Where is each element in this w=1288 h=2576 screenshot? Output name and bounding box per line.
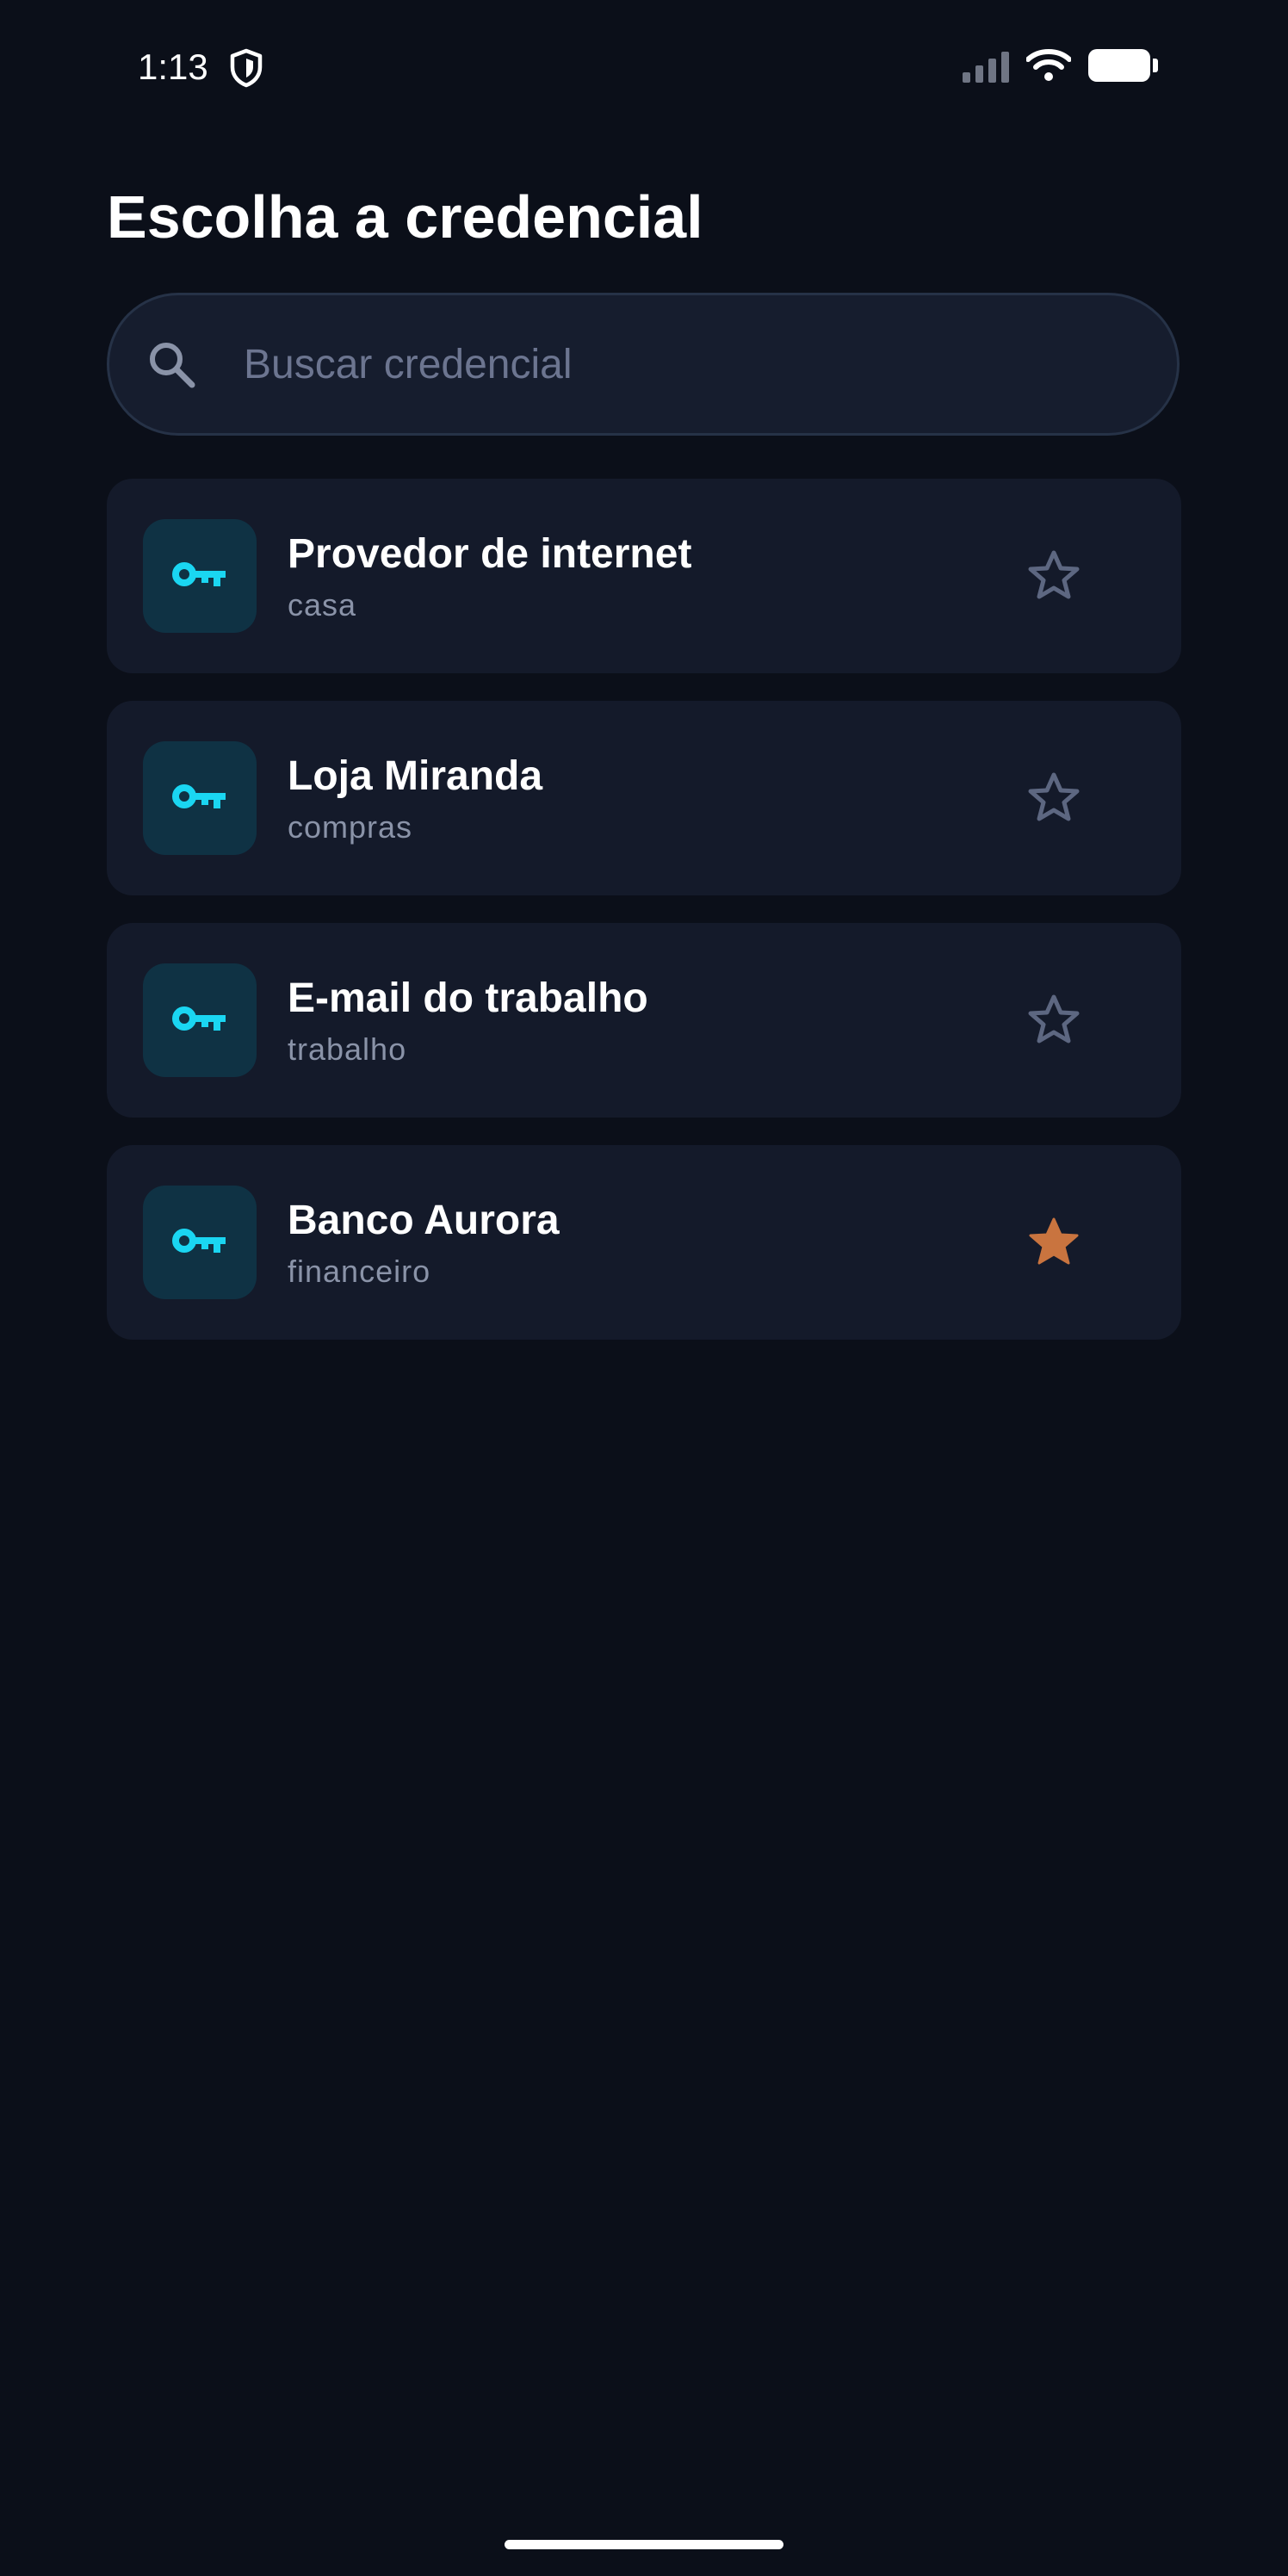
credential-item[interactable]: Loja Miranda compras — [107, 701, 1181, 895]
credential-list: Provedor de internet casa Loja Miranda c… — [107, 479, 1181, 1367]
credential-title: Loja Miranda — [288, 753, 543, 799]
key-icon — [143, 519, 257, 633]
search-bar[interactable] — [107, 293, 1180, 436]
key-icon — [143, 741, 257, 855]
credential-title: Banco Aurora — [288, 1198, 560, 1243]
credential-item[interactable]: Banco Aurora financeiro — [107, 1145, 1181, 1340]
favorite-star-icon[interactable] — [1011, 755, 1097, 841]
favorite-star-icon[interactable] — [1011, 977, 1097, 1063]
credential-subtitle: casa — [288, 587, 357, 622]
shield-icon — [230, 48, 263, 88]
favorite-star-filled-icon[interactable] — [1011, 1199, 1097, 1285]
status-time: 1:13 — [138, 46, 208, 87]
credential-subtitle: trabalho — [288, 1031, 407, 1067]
status-bar: 1:13 — [0, 0, 1288, 138]
credential-subtitle: compras — [288, 809, 413, 845]
status-indicators — [963, 48, 1158, 83]
search-icon — [150, 343, 195, 388]
credential-title: E-mail do trabalho — [288, 975, 648, 1021]
key-icon — [143, 1186, 257, 1299]
credential-item[interactable]: E-mail do trabalho trabalho — [107, 923, 1181, 1118]
credential-item[interactable]: Provedor de internet casa — [107, 479, 1181, 673]
wifi-icon — [1026, 49, 1071, 81]
credential-title: Provedor de internet — [288, 531, 692, 577]
key-icon — [143, 963, 257, 1077]
favorite-star-icon[interactable] — [1011, 533, 1097, 619]
battery-icon — [1088, 49, 1158, 82]
search-input[interactable] — [244, 295, 1139, 433]
signal-icon — [963, 48, 1009, 83]
credential-subtitle: financeiro — [288, 1254, 431, 1289]
page-title: Escolha a credencial — [107, 183, 703, 251]
home-indicator[interactable] — [505, 2540, 783, 2549]
